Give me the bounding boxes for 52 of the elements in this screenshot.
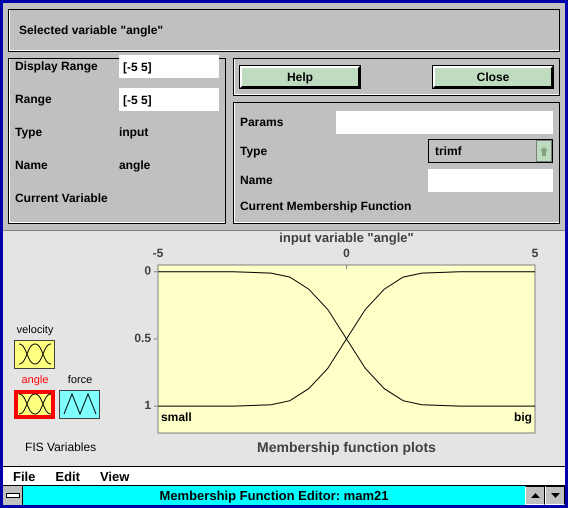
panel-title: Current Membership Function: [240, 199, 412, 213]
curve-label: small: [161, 410, 192, 424]
dialog-button[interactable]: Help: [240, 66, 360, 88]
minimize-button[interactable]: [525, 486, 545, 505]
input-field[interactable]: [-5 5]: [119, 55, 219, 78]
menu-item[interactable]: File: [9, 467, 52, 485]
variable-label: velocity: [16, 324, 54, 336]
bar-icon: [6, 492, 20, 498]
field-label: Name: [240, 174, 274, 188]
y-tick: [154, 406, 158, 407]
x-tick-label: 5: [532, 246, 538, 260]
menu-item[interactable]: View: [96, 467, 146, 485]
curve-label: big: [514, 410, 532, 424]
field-label: Type: [15, 126, 44, 140]
triangle-icon: [530, 492, 540, 498]
window-title: Membership Function Editor: mam21: [158, 487, 390, 505]
x-tick: [346, 264, 347, 270]
y-tick: [154, 338, 158, 340]
field-label: Display Range: [15, 60, 99, 74]
field-value: angle: [119, 158, 152, 172]
input-field[interactable]: [336, 111, 553, 134]
x-axis-label: input variable "angle": [279, 230, 414, 245]
triangle-icon: [550, 492, 560, 498]
variable-icon[interactable]: [58, 388, 102, 420]
field-value: input: [119, 126, 150, 140]
variable-label: angle: [22, 374, 48, 386]
system-menu-button[interactable]: [3, 486, 23, 505]
chart-title: Membership function plots: [257, 439, 436, 455]
panel-title: Current Variable: [15, 192, 109, 206]
field-label: Params: [240, 116, 284, 130]
y-tick: [154, 271, 158, 272]
x-tick-label: 0: [343, 246, 350, 260]
input-field[interactable]: [-5 5]: [119, 88, 219, 111]
maximize-button[interactable]: [545, 486, 565, 505]
x-tick-label: -5: [152, 246, 164, 260]
field-label: Type: [240, 144, 268, 158]
type-dropdown[interactable]: trimf: [428, 140, 553, 164]
dropdown-value: trimf: [435, 144, 462, 158]
variable-icon[interactable]: [13, 388, 57, 420]
variable-icon[interactable]: [13, 338, 57, 370]
panel-title: FIS Variables: [25, 440, 96, 454]
y-tick-label: 0: [144, 264, 151, 278]
status-text: Selected variable "angle": [19, 24, 164, 38]
y-tick-label: 1: [144, 398, 151, 412]
field-label: Name: [15, 158, 49, 172]
x-tick: [534, 264, 536, 270]
input-field[interactable]: [428, 169, 553, 192]
menu-item[interactable]: Edit: [51, 467, 96, 485]
y-tick-label: 0.5: [134, 330, 151, 345]
field-label: Range: [15, 92, 53, 106]
dialog-button[interactable]: Close: [433, 66, 553, 88]
variable-label: force: [68, 374, 92, 386]
